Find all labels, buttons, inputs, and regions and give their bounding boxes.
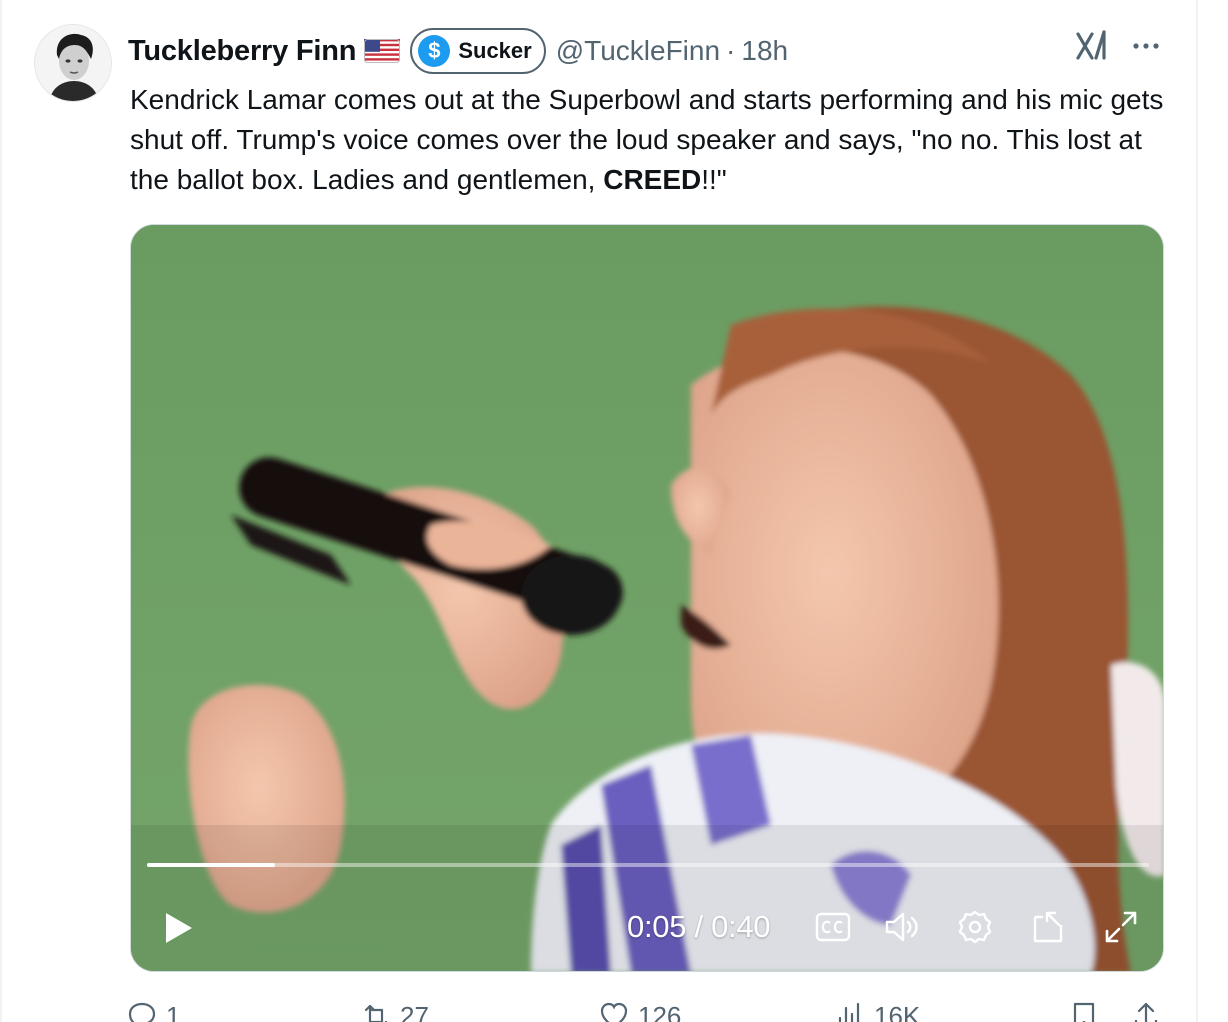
like-button[interactable]: 126	[598, 1000, 681, 1022]
avatar-image	[35, 25, 111, 101]
tweet-actions-bar: 1 27 126 16K	[126, 1000, 1176, 1022]
reply-count: 1	[166, 1001, 181, 1022]
tweet-text: Kendrick Lamar comes out at the Superbow…	[130, 80, 1170, 200]
tweet-text-part2: !!"	[701, 164, 727, 195]
captions-button[interactable]	[813, 907, 853, 947]
video-player[interactable]: 0:05 / 0:40	[130, 224, 1164, 972]
views-count: 16K	[874, 1001, 921, 1022]
views-button[interactable]: 16K	[834, 1000, 920, 1022]
fullscreen-icon	[1105, 911, 1137, 943]
video-progress-bar[interactable]	[147, 863, 1149, 867]
repost-count: 27	[400, 1001, 429, 1022]
repost-button[interactable]: 27	[360, 1000, 429, 1022]
timeline-left-border	[0, 0, 2, 1022]
settings-button[interactable]	[953, 905, 997, 949]
fullscreen-button[interactable]	[1099, 905, 1143, 949]
play-icon	[166, 913, 192, 943]
tweet-header: Tuckleberry Finn $ Sucker @TuckleFinn · …	[128, 26, 788, 76]
play-button[interactable]	[155, 905, 201, 951]
captions-icon	[815, 912, 851, 942]
user-handle[interactable]: @TuckleFinn	[556, 35, 720, 67]
share-icon	[1134, 1002, 1158, 1022]
tweet-text-bold: CREED	[603, 164, 702, 195]
badge-label: Sucker	[458, 38, 532, 63]
video-time-readout: 0:05 / 0:40	[627, 909, 771, 944]
repost-icon	[364, 1004, 388, 1022]
us-flag-icon	[364, 39, 401, 63]
timeline-right-border	[1196, 0, 1198, 1022]
picture-in-picture-button[interactable]	[1027, 905, 1071, 949]
bookmark-icon	[1073, 1002, 1095, 1022]
avatar[interactable]	[34, 24, 112, 102]
reply-button[interactable]: 1	[126, 1000, 180, 1022]
display-name[interactable]: Tuckleberry Finn	[128, 35, 357, 68]
reply-icon	[128, 1002, 156, 1022]
grok-icon[interactable]	[1074, 28, 1110, 64]
video-progress-fill	[147, 863, 276, 867]
like-count: 126	[638, 1001, 682, 1022]
subscription-badge[interactable]: $ Sucker	[410, 28, 546, 74]
dot-separator: ·	[726, 35, 736, 66]
share-button[interactable]	[1130, 1000, 1162, 1022]
views-icon	[838, 1002, 860, 1022]
picture-in-picture-icon	[1033, 911, 1063, 943]
heart-icon	[600, 1002, 628, 1022]
video-frame	[131, 225, 1163, 971]
dollar-coin-icon: $	[418, 35, 451, 67]
volume-button[interactable]	[881, 905, 925, 949]
timestamp[interactable]: 18h	[741, 35, 788, 67]
gear-icon	[958, 910, 992, 944]
volume-icon	[885, 912, 918, 942]
more-options-icon[interactable]	[1128, 28, 1164, 64]
bookmark-button[interactable]	[1068, 1000, 1100, 1022]
